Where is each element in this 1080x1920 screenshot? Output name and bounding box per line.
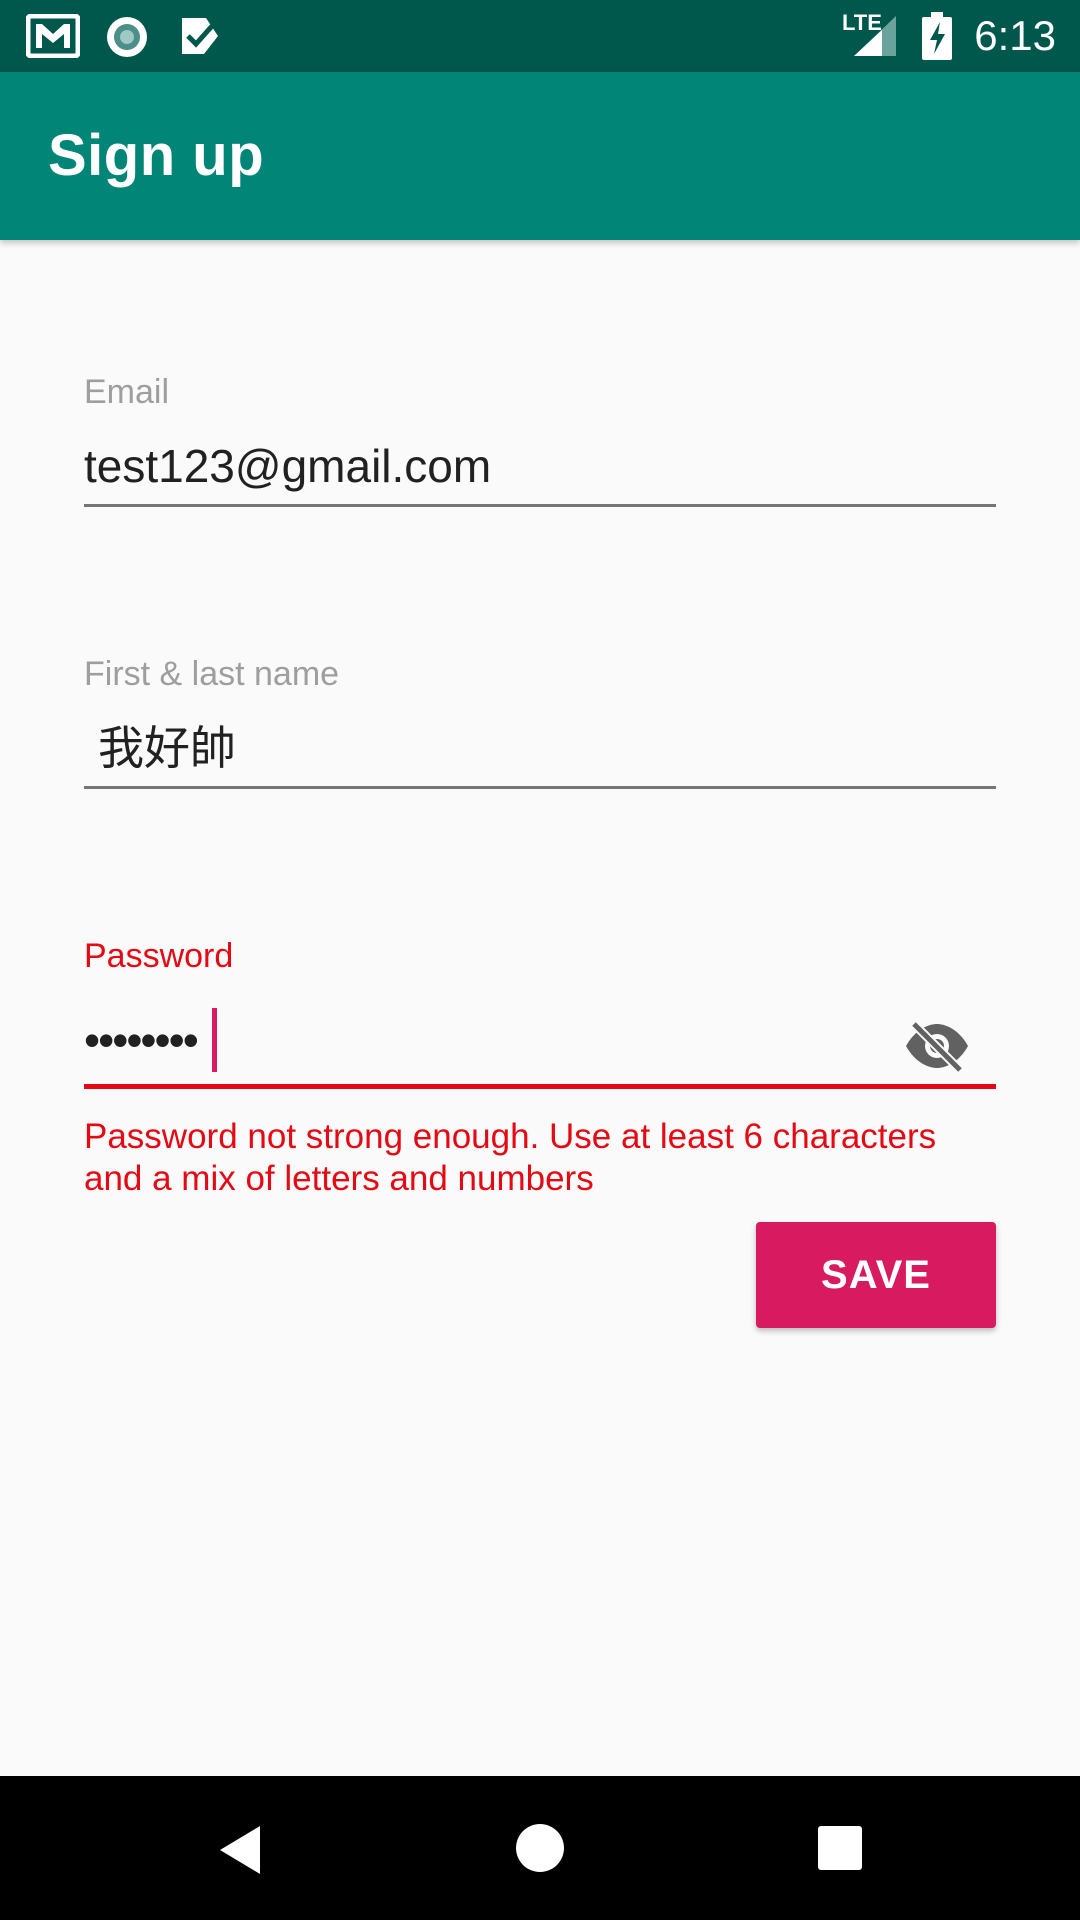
status-bar: LTE 6:13 [0,0,1080,72]
password-field[interactable]: •••••••• [84,1008,996,1088]
name-underline [84,786,996,789]
email-underline [84,504,996,507]
lte-signal-icon [854,16,896,56]
name-field[interactable]: 我好帥 [98,720,236,776]
password-value: •••••••• [84,1014,199,1066]
save-button[interactable]: SAVE [756,1222,996,1328]
email-label: Email [84,373,170,411]
email-field[interactable]: test123@gmail.com [84,438,491,494]
task-icon [182,18,218,54]
eye-off-icon[interactable] [902,1018,972,1074]
app-bar: Sign up [0,72,1080,240]
navigation-bar [0,1776,1080,1920]
battery-charging-icon [922,12,952,60]
home-icon[interactable] [516,1824,564,1872]
name-label: First & last name [84,655,340,693]
recents-icon[interactable] [818,1826,862,1870]
record-icon [107,17,147,57]
name-field-container: First & last name 我好帥 [84,654,996,794]
status-time: 6:13 [974,12,1056,59]
email-field-container: Email test123@gmail.com [84,372,996,512]
password-error-text: Password not strong enough. Use at least… [84,1117,937,1198]
page-title: Sign up [48,123,265,188]
password-underline [84,1084,996,1089]
back-icon[interactable] [216,1824,264,1876]
password-label: Password [84,937,234,975]
gmail-icon [26,14,80,58]
text-cursor [212,1008,217,1072]
password-field-container: Password •••••••• [84,936,996,1096]
